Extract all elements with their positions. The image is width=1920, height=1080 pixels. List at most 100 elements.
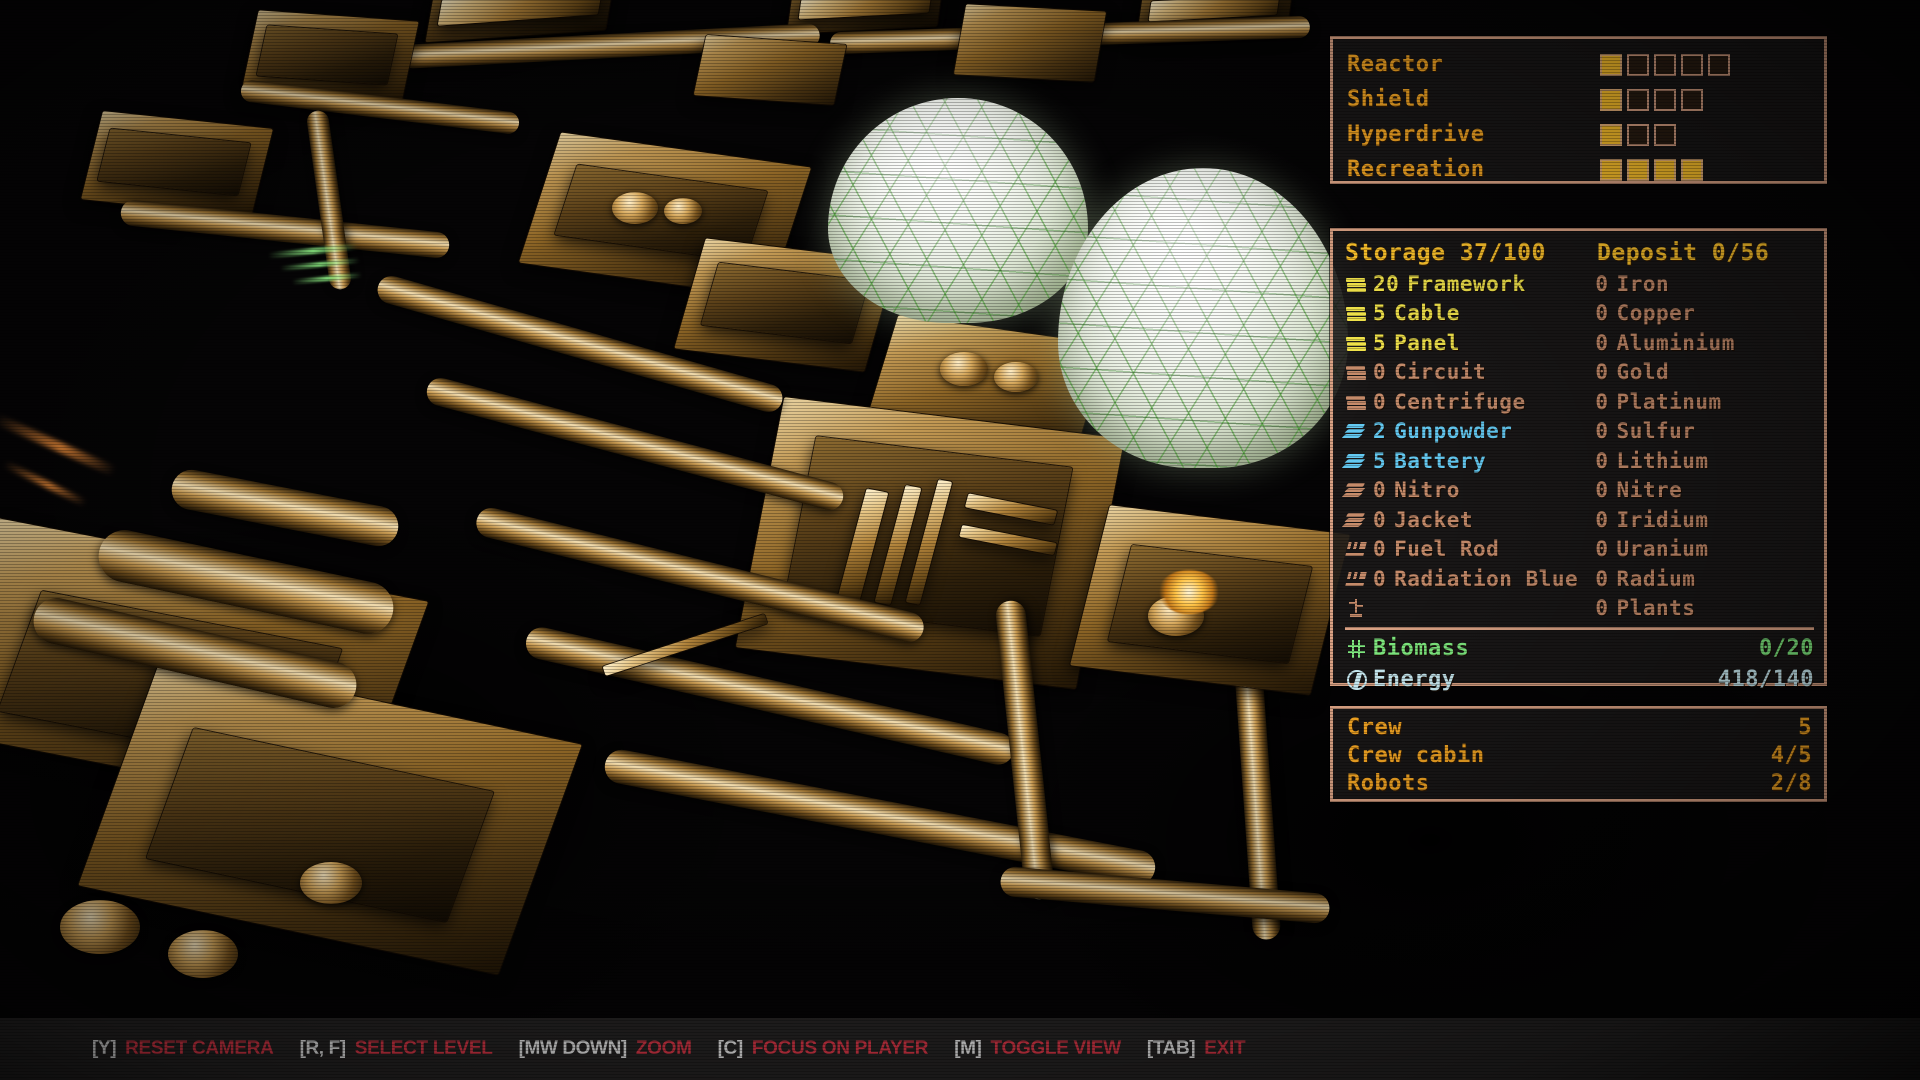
system-label: Shield (1347, 87, 1430, 112)
game-screen: Reactor Shield Hyperdrive Recreation Sto… (0, 0, 1920, 1080)
energy-row[interactable]: Energy 418/140 (1345, 664, 1814, 695)
pip-filled (1681, 158, 1703, 181)
list-item[interactable]: 2 Gunpowder (1345, 417, 1595, 447)
list-item[interactable]: 5 Cable (1345, 299, 1595, 329)
list-item[interactable]: 0 Aluminium (1595, 328, 1814, 358)
slant-icon (1345, 451, 1367, 471)
pip-empty (1654, 53, 1676, 76)
system-row-recreation[interactable]: Recreation (1347, 152, 1812, 187)
resource-columns: 20 Framework 5 Cable 5 Panel 0 Circuit 0… (1345, 269, 1814, 623)
deposit-count: 0 (1595, 271, 1609, 296)
item-count: 20 (1373, 271, 1400, 296)
item-name: Battery (1394, 448, 1487, 473)
slant-icon (1345, 510, 1367, 530)
list-item[interactable]: 5 Panel (1345, 328, 1595, 358)
crew-label: Crew (1347, 714, 1402, 740)
bars-icon (1345, 362, 1367, 382)
crew-row-cabin[interactable]: Crew cabin 4/5 (1347, 741, 1812, 769)
hotkey-key: [M] (954, 1038, 982, 1059)
energy-label: Energy (1373, 667, 1456, 692)
hyperdrive-pips (1600, 123, 1676, 146)
crew-row-crew[interactable]: Crew 5 (1347, 713, 1812, 741)
biodome-left (828, 98, 1088, 323)
pip-empty (1654, 123, 1676, 146)
deposit-count: 0 (1595, 478, 1609, 503)
list-item[interactable]: 0 Centrifuge (1345, 387, 1595, 417)
deposit-name: Iron (1616, 271, 1670, 296)
list-item[interactable]: 0 Nitre (1595, 476, 1814, 506)
hotkey-action: FOCUS ON PLAYER (751, 1038, 929, 1059)
pip-filled (1600, 53, 1622, 76)
deposit-count: 0 (1595, 360, 1609, 385)
plant-icon (1345, 598, 1367, 618)
list-item[interactable]: 0 Nitro (1345, 476, 1595, 506)
hotkey-action: ZOOM (635, 1038, 692, 1059)
hotkey-select-level[interactable]: [R, F] SELECT LEVEL (300, 1038, 493, 1060)
biomass-row[interactable]: Biomass 0/20 (1345, 633, 1814, 664)
energy-icon (1345, 669, 1369, 691)
hotkey-focus-on-player[interactable]: [C] FOCUS ON PLAYER (718, 1038, 929, 1060)
list-item[interactable]: 20 Framework (1345, 269, 1595, 299)
deposit-name: Aluminium (1616, 330, 1735, 355)
list-item[interactable]: 0 Lithium (1595, 446, 1814, 476)
hotkey-exit[interactable]: [TAB] EXIT (1147, 1038, 1246, 1060)
list-item[interactable]: 0 Copper (1595, 299, 1814, 329)
list-item[interactable]: 5 Battery (1345, 446, 1595, 476)
deposit-count: 0 (1595, 448, 1609, 473)
hotkey-action: RESET CAMERA (125, 1038, 274, 1059)
list-item[interactable]: 0 Uranium (1595, 535, 1814, 565)
item-name: Nitro (1394, 478, 1460, 503)
system-row-hyperdrive[interactable]: Hyperdrive (1347, 117, 1812, 152)
pip-filled (1654, 158, 1676, 181)
energy-value: 418/140 (1717, 667, 1814, 692)
deposit-item-list: 0 Iron 0 Copper 0 Aluminium 0 Gold 0 Pla… (1595, 269, 1814, 623)
hotkey-key: [C] (717, 1038, 744, 1059)
item-count: 0 (1373, 389, 1387, 414)
bars-icon (1345, 333, 1367, 353)
system-label: Hyperdrive (1347, 122, 1485, 147)
deposit-name: Radium (1616, 566, 1696, 591)
list-item[interactable]: 0 Fuel Rod (1345, 535, 1595, 565)
deposit-name: Platinum (1616, 389, 1722, 414)
hotkey-reset-camera[interactable]: [Y] RESET CAMERA (92, 1038, 274, 1060)
storage-header: Storage 37/100 (1345, 240, 1546, 266)
list-item[interactable]: 0 Iridium (1595, 505, 1814, 535)
list-item[interactable]: 0 Radiation Blue (1345, 564, 1595, 594)
deposit-count: 0 (1595, 330, 1609, 355)
crew-row-robots[interactable]: Robots 2/8 (1347, 769, 1812, 797)
hotkey-zoom[interactable]: [MW DOWN] ZOOM (519, 1038, 692, 1060)
bars-icon (1345, 274, 1367, 294)
storage-item-list: 20 Framework 5 Cable 5 Panel 0 Circuit 0… (1345, 269, 1595, 623)
crew-value: 4/5 (1770, 742, 1812, 768)
biomass-icon (1345, 638, 1369, 660)
list-item[interactable]: 0 Platinum (1595, 387, 1814, 417)
system-row-shield[interactable]: Shield (1347, 82, 1812, 117)
item-name: Circuit (1394, 360, 1487, 385)
list-item[interactable]: 0 Sulfur (1595, 417, 1814, 447)
pip-filled (1600, 158, 1622, 181)
list-item[interactable] (1345, 594, 1595, 624)
list-item[interactable]: 0 Radium (1595, 564, 1814, 594)
pip-empty (1654, 88, 1676, 111)
pip-empty (1627, 88, 1649, 111)
list-item[interactable]: 0 Circuit (1345, 358, 1595, 388)
deposit-name: Gold (1616, 360, 1670, 385)
hotkey-action: TOGGLE VIEW (990, 1038, 1122, 1059)
item-count: 0 (1373, 360, 1387, 385)
list-item[interactable]: 0 Jacket (1345, 505, 1595, 535)
deposit-name: Copper (1616, 301, 1696, 326)
pip-empty (1681, 53, 1703, 76)
deposit-count: 0 (1595, 537, 1609, 562)
crew-label: Robots (1347, 770, 1430, 796)
pip-empty (1627, 53, 1649, 76)
systems-status-panel: Reactor Shield Hyperdrive Recreation (1330, 36, 1827, 184)
list-item[interactable]: 0 Iron (1595, 269, 1814, 299)
pip-empty (1627, 123, 1649, 146)
system-row-reactor[interactable]: Reactor (1347, 47, 1812, 82)
list-item[interactable]: 0 Plants (1595, 594, 1814, 624)
hotkey-toggle-view[interactable]: [M] TOGGLE VIEW (954, 1038, 1121, 1060)
item-name: Cable (1394, 301, 1460, 326)
hotkey-bar: [Y] RESET CAMERA [R, F] SELECT LEVEL [MW… (0, 1018, 1920, 1080)
crew-value: 5 (1798, 714, 1812, 740)
list-item[interactable]: 0 Gold (1595, 358, 1814, 388)
